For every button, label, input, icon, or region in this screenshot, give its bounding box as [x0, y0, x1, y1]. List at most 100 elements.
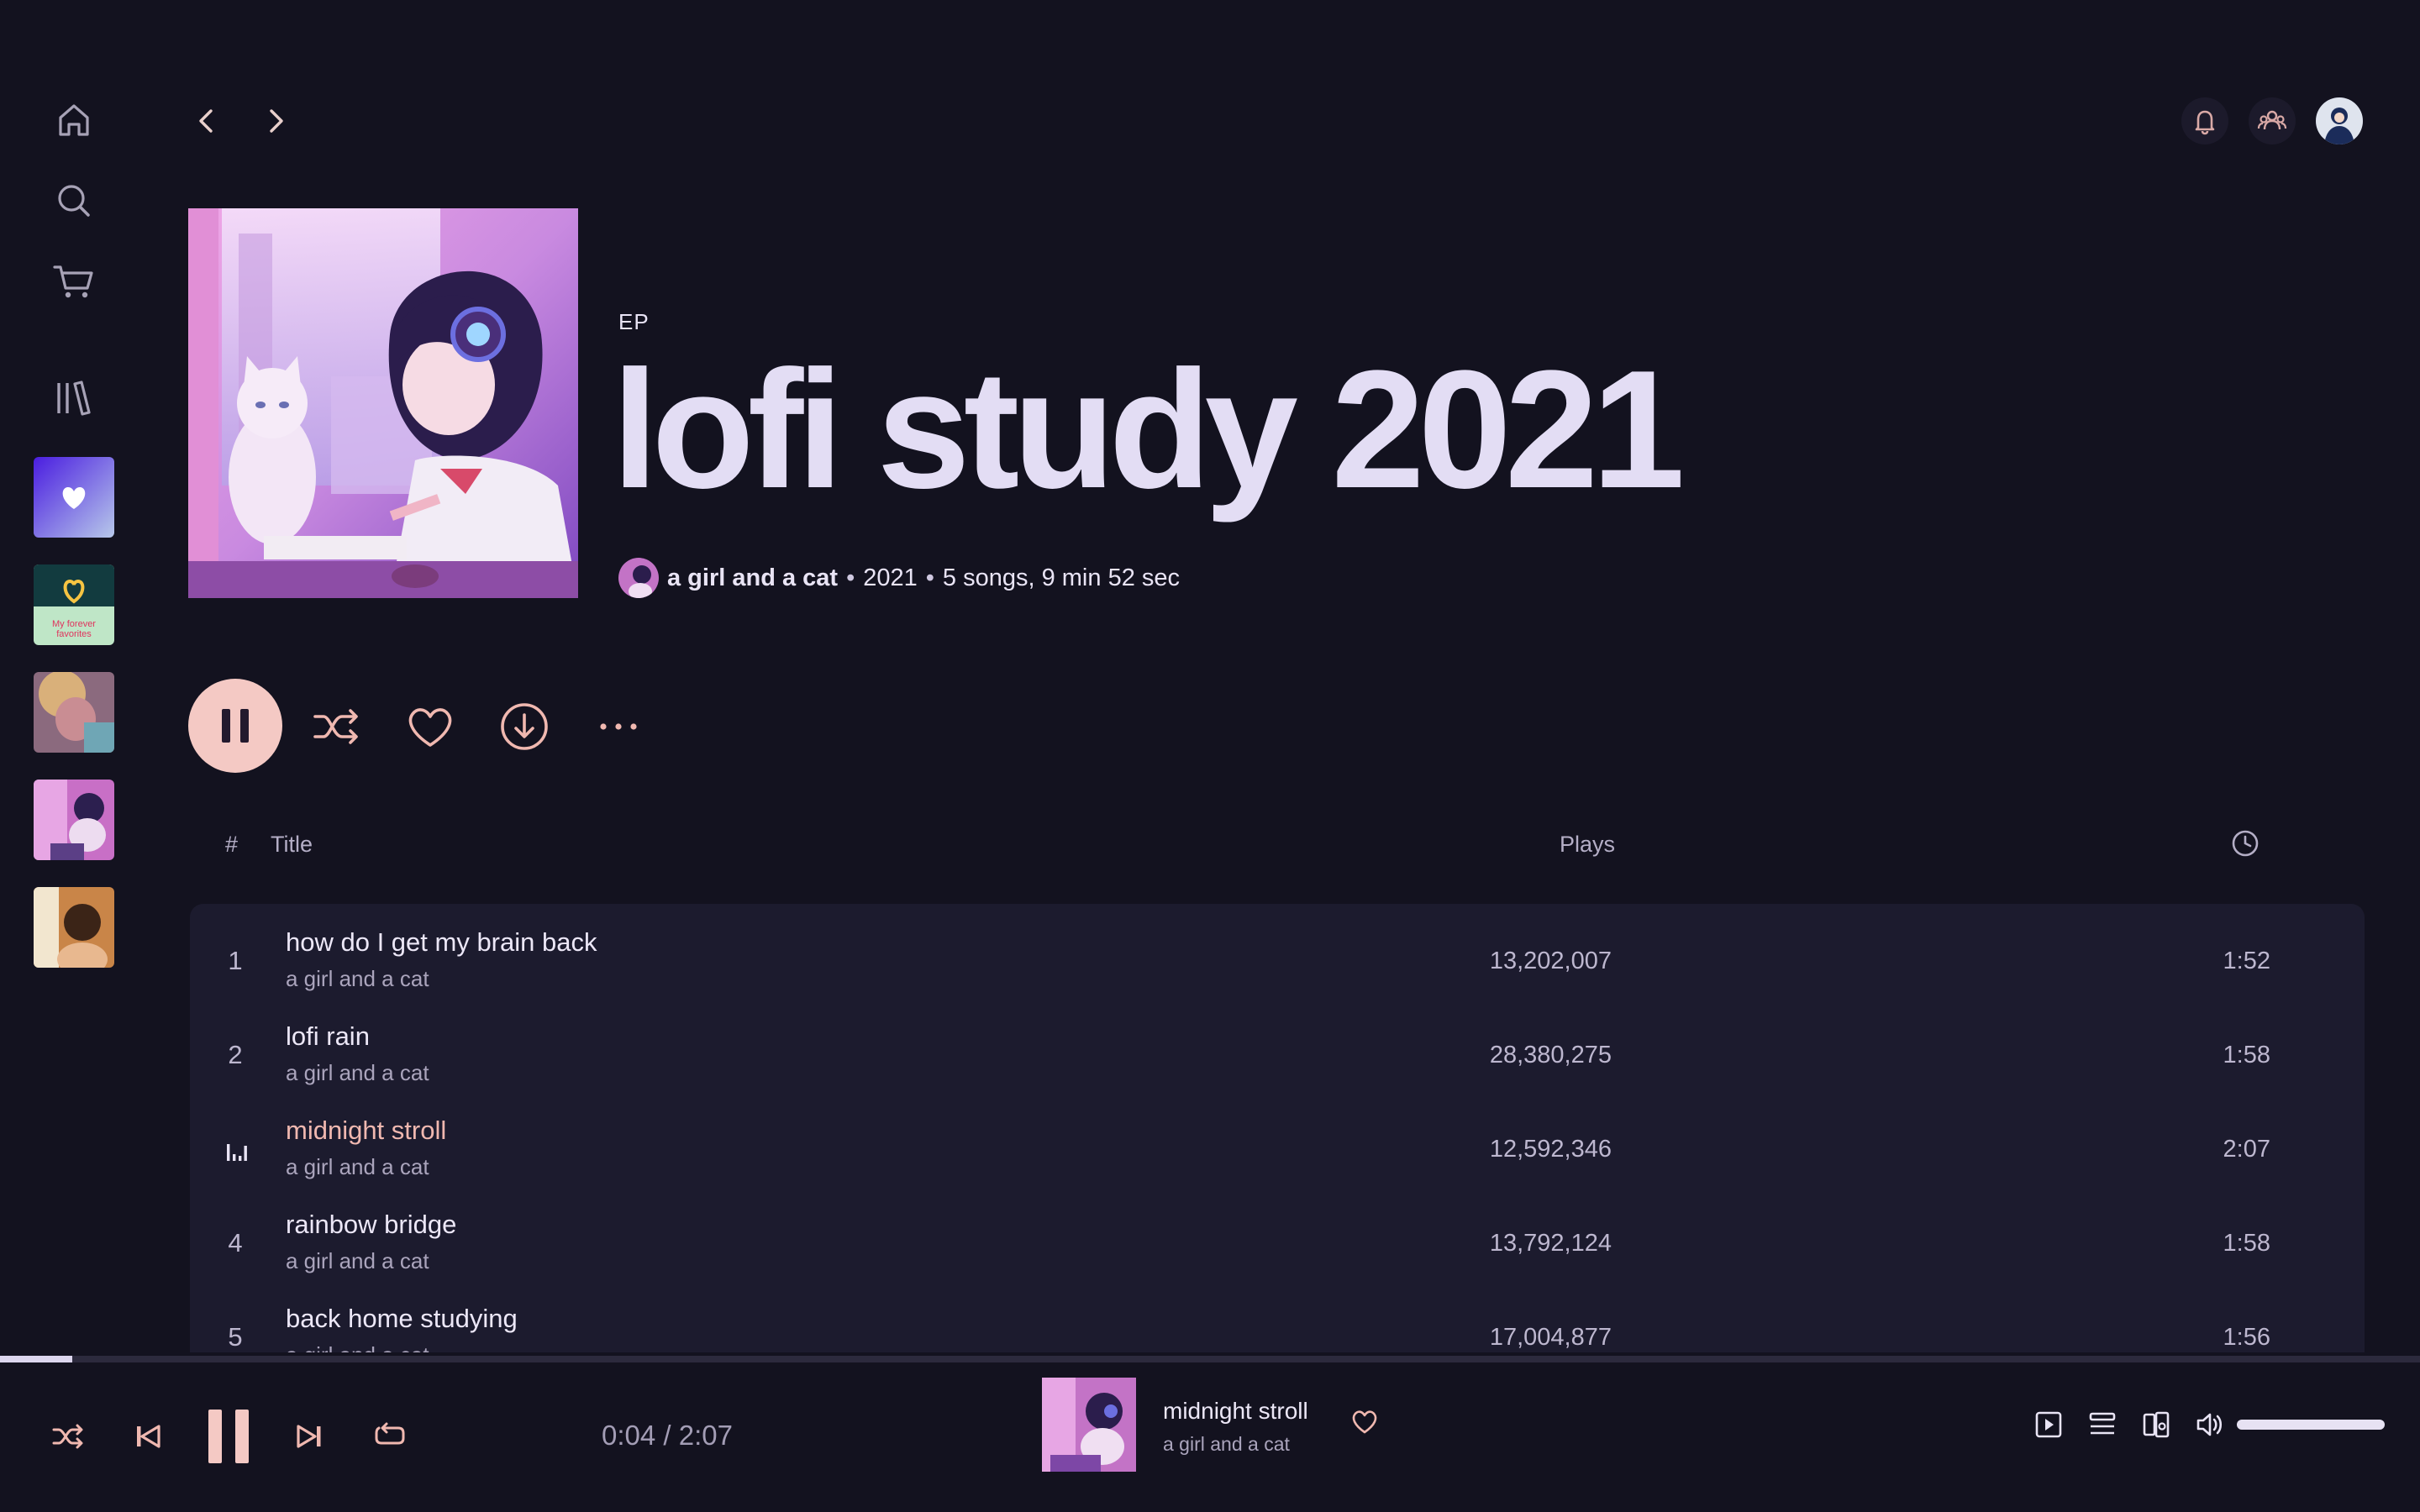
track-title[interactable]: rainbow bridge [286, 1210, 456, 1240]
now-playing-like-button[interactable] [1348, 1404, 1381, 1438]
bell-icon [2195, 110, 2215, 135]
notifications-button[interactable] [2181, 97, 2228, 144]
track-duration: 1:58 [2223, 1230, 2270, 1257]
more-horizontal-icon [600, 723, 637, 730]
track-table-header: # Title Plays [188, 823, 2365, 874]
now-playing-artist[interactable]: a girl and a cat [1163, 1433, 1290, 1456]
track-artist[interactable]: a girl and a cat [286, 1060, 429, 1086]
track-number: 4 [228, 1228, 243, 1257]
playback-progress-bar[interactable] [0, 1356, 2420, 1362]
repeat-button[interactable] [366, 1413, 413, 1460]
heart-icon [1352, 1410, 1377, 1434]
track-row[interactable]: 4 rainbow bridge a girl and a cat 13,792… [190, 1186, 2365, 1280]
volume-icon [2196, 1413, 2223, 1436]
shuffle-icon [313, 709, 358, 744]
download-button[interactable] [497, 699, 552, 754]
user-avatar[interactable] [2316, 97, 2363, 144]
album-cover [188, 208, 578, 598]
shuffle-icon [52, 1424, 83, 1449]
playback-progress-fill [0, 1356, 73, 1362]
chevron-left-icon [199, 109, 213, 133]
equalizer-icon [225, 1139, 249, 1163]
separator-dot: • [925, 564, 934, 591]
search-icon[interactable] [50, 176, 98, 225]
skip-forward-icon [297, 1425, 321, 1448]
track-artist[interactable]: a girl and a cat [286, 1342, 429, 1352]
track-plays: 13,792,124 [1489, 1230, 1612, 1257]
track-plays: 12,592,346 [1489, 1136, 1612, 1163]
player-bar: 0:04 / 2:07 midnight stroll a girl and a… [0, 1362, 2420, 1512]
column-number: # [225, 832, 239, 857]
playlist-warm-portrait[interactable] [34, 887, 114, 968]
track-plays: 17,004,877 [1489, 1324, 1612, 1351]
volume-slider[interactable] [2237, 1420, 2385, 1430]
like-button[interactable] [402, 699, 458, 754]
column-title[interactable]: Title [271, 832, 313, 858]
sidebar: My forever favorites [0, 0, 148, 1352]
track-row[interactable]: 2 lofi rain a girl and a cat 28,380,275 … [190, 998, 2365, 1092]
artist-link[interactable]: a girl and a cat [667, 564, 838, 592]
pause-button[interactable] [188, 679, 282, 773]
album-title: lofi study 2021 [612, 336, 1685, 523]
track-plays: 28,380,275 [1489, 1042, 1612, 1068]
pause-icon [208, 1410, 249, 1463]
album-meta: a girl and a cat • 2021 • 5 songs, 9 min… [618, 558, 1180, 598]
playlist-liked-songs[interactable] [34, 457, 114, 538]
column-plays[interactable]: Plays [1560, 832, 1615, 858]
artist-avatar[interactable] [618, 558, 659, 598]
player-shuffle-button[interactable] [44, 1413, 91, 1460]
devices-button[interactable] [2138, 1406, 2175, 1443]
svg-text:My forever: My forever [52, 619, 96, 629]
now-playing-cover[interactable] [1042, 1378, 1136, 1472]
track-row[interactable]: 1 how do I get my brain back a girl and … [190, 904, 2365, 998]
track-plays: 13,202,007 [1489, 948, 1612, 974]
svg-text:favorites: favorites [56, 629, 92, 639]
album-year: 2021 [863, 564, 918, 591]
cart-icon[interactable] [50, 257, 98, 306]
now-playing-title[interactable]: midnight stroll [1163, 1398, 1308, 1425]
track-row-playing[interactable]: midnight stroll a girl and a cat 12,592,… [190, 1092, 2365, 1186]
more-options-button[interactable] [591, 699, 646, 754]
friends-icon [2257, 110, 2287, 130]
download-icon [501, 703, 548, 750]
play-square-icon [2035, 1411, 2062, 1438]
pause-icon [222, 709, 249, 743]
track-duration: 1:52 [2223, 948, 2270, 974]
playlist-anime-girl[interactable] [34, 672, 114, 753]
home-icon[interactable] [50, 96, 98, 144]
track-list: 1 how do I get my brain back a girl and … [190, 904, 2365, 1352]
track-row[interactable]: 5 back home studying a girl and a cat 17… [190, 1280, 2365, 1352]
player-pause-button[interactable] [205, 1406, 252, 1467]
album-type: EP [618, 309, 650, 334]
previous-button[interactable] [124, 1413, 171, 1460]
queue-icon [2089, 1412, 2116, 1435]
track-artist[interactable]: a girl and a cat [286, 1248, 429, 1274]
skip-back-icon [137, 1425, 160, 1448]
volume-button[interactable] [2191, 1406, 2228, 1443]
clock-icon [2228, 827, 2262, 860]
track-artist[interactable]: a girl and a cat [286, 966, 429, 992]
next-button[interactable] [286, 1413, 333, 1460]
track-title[interactable]: midnight stroll [286, 1116, 446, 1146]
shuffle-button[interactable] [308, 699, 364, 754]
track-duration: 1:56 [2223, 1324, 2270, 1351]
playlist-my-forever-favorites[interactable]: My forever favorites [34, 564, 114, 645]
chevron-right-icon [270, 109, 283, 133]
playlist-lofi-study-2021[interactable] [34, 780, 114, 860]
track-artist[interactable]: a girl and a cat [286, 1154, 429, 1180]
track-number: 2 [228, 1040, 243, 1069]
volume-fill [2237, 1420, 2385, 1430]
track-title[interactable]: back home studying [286, 1304, 518, 1334]
back-button[interactable] [185, 99, 229, 143]
track-title[interactable]: how do I get my brain back [286, 927, 597, 958]
track-duration: 2:07 [2223, 1136, 2270, 1163]
separator-dot: • [846, 564, 855, 591]
library-icon[interactable] [50, 373, 98, 422]
queue-button[interactable] [2084, 1406, 2121, 1443]
now-playing-view-button[interactable] [2030, 1406, 2067, 1443]
forward-button[interactable] [254, 99, 297, 143]
track-number: 1 [228, 946, 243, 975]
friends-button[interactable] [2249, 97, 2296, 144]
track-title[interactable]: lofi rain [286, 1021, 370, 1052]
playback-time: 0:04 / 2:07 [602, 1420, 733, 1451]
